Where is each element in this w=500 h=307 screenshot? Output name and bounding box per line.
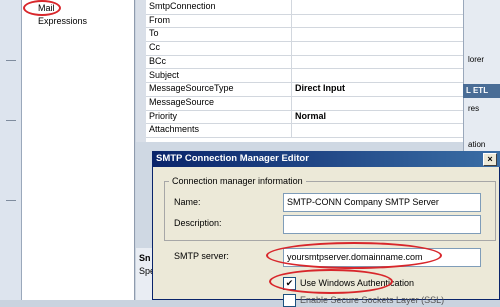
name-label: Name: (174, 197, 201, 207)
ssl-checkbox[interactable] (283, 294, 296, 307)
dialog-title-bar[interactable]: SMTP Connection Manager Editor × (152, 151, 500, 167)
highlight-oval-smtp-server (266, 242, 442, 269)
right-pane-text: res (468, 104, 480, 113)
nav-item-expressions[interactable]: Expressions (38, 15, 87, 27)
task-list-panel: Mail Expressions (22, 0, 135, 300)
group-title: Connection manager information (169, 176, 306, 186)
property-row[interactable]: MessageSource (146, 95, 463, 111)
property-rows: SmtpConnection From To Cc BCc Subject Me… (136, 0, 463, 142)
dialog-title: SMTP Connection Manager Editor (156, 153, 309, 164)
close-button[interactable]: × (483, 153, 497, 166)
right-pane-header: L ETL (463, 84, 500, 98)
ssl-label: Enable Secure Sockets Layer (SSL) (300, 295, 445, 305)
property-row[interactable]: BCc (146, 54, 463, 70)
left-strip (0, 0, 22, 300)
right-pane-header-text: L ETL (466, 86, 489, 95)
name-field[interactable]: SMTP-CONN Company SMTP Server (283, 193, 481, 212)
property-row[interactable]: SmtpConnection (146, 0, 463, 15)
smtp-server-label: SMTP server: (174, 251, 229, 261)
property-name: Attachments (149, 124, 200, 135)
property-name: BCc (149, 55, 167, 66)
background-text: Sn (139, 253, 151, 263)
name-field-value: SMTP-CONN Company SMTP Server (287, 197, 439, 207)
right-pane-text: ation (468, 140, 486, 149)
property-name: SmtpConnection (149, 1, 216, 11)
property-row[interactable]: Subject (146, 68, 463, 84)
right-pane-text: lorer (468, 55, 485, 64)
property-name: Priority (149, 110, 178, 121)
property-name: Subject (149, 69, 180, 80)
property-name: MessageSourceType (149, 83, 234, 94)
property-row[interactable]: MessageSourceType Direct Input (146, 82, 463, 97)
property-name: MessageSource (149, 96, 215, 107)
property-name: To (149, 28, 159, 39)
property-value[interactable]: Normal (295, 111, 459, 121)
description-label: Description: (174, 218, 222, 228)
property-row[interactable]: Priority Normal (146, 109, 463, 125)
property-name: From (149, 14, 170, 25)
property-value[interactable]: Direct Input (295, 83, 459, 93)
property-row[interactable]: From (146, 13, 463, 29)
highlight-oval-windows-auth (269, 269, 393, 294)
property-row[interactable]: To (146, 27, 463, 43)
property-name: Cc (149, 42, 160, 53)
description-field[interactable] (283, 215, 481, 234)
property-row[interactable]: Attachments (146, 123, 463, 138)
property-row[interactable]: Cc (146, 41, 463, 56)
highlight-oval-mail (23, 0, 61, 16)
